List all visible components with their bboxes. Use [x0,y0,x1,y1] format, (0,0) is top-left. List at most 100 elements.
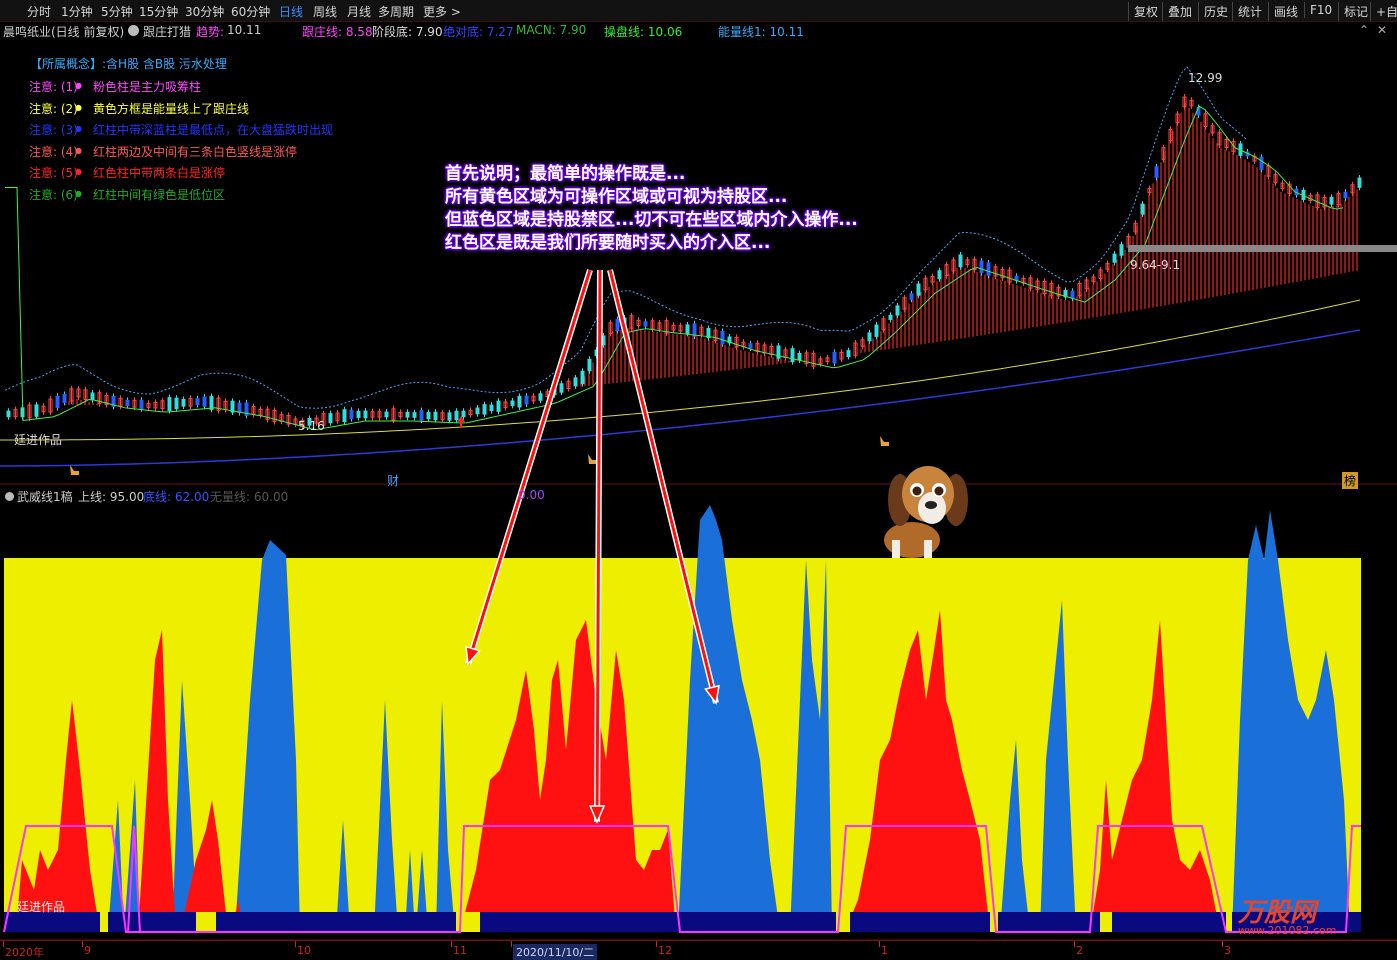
candle-body [979,260,984,274]
candle-body [916,283,921,296]
candle-body [517,395,522,408]
candle-body [748,343,753,349]
annotation-line: 所有黄色区域为可操作区域或可视为持股区... [445,187,788,207]
candle-body [909,293,914,300]
hand-icon [588,454,597,464]
candle-body [34,404,39,417]
candle-body [1070,290,1075,299]
date-label: 12 [658,944,672,957]
candle-body [790,348,795,363]
date-label: 3 [1224,944,1231,957]
candle-body [846,350,851,358]
candle-body [615,318,620,331]
candle-body [1259,156,1264,170]
puppy-part [934,486,944,496]
bottom-line: 底线: 62.00 [143,490,210,504]
candle-body [419,410,424,421]
candle-body [90,392,95,401]
candle-body [447,412,452,421]
candle-body [1357,177,1362,188]
zero-line: 无量线: 60.00 [210,490,289,504]
candle-body [384,411,389,418]
date-tick [879,941,880,947]
candle-body [475,407,480,415]
candle-body [139,399,144,410]
date-label: 1 [881,944,888,957]
candle-body [958,254,963,268]
candle-body [874,324,879,337]
date-label: 10 [297,944,311,957]
date-tick [656,941,657,947]
hand-icon [70,465,79,475]
price-level-bar [1128,245,1397,252]
date-tick [82,941,83,947]
candle-body [125,399,130,407]
date-label: 2020/11/10/二 [513,944,598,960]
candle-body [167,397,172,411]
candle-body [720,330,725,345]
candle-body [202,396,207,407]
date-tick [1074,941,1075,947]
candle-body [1343,191,1348,199]
candle-body [209,396,214,410]
puppy-part [892,540,900,558]
candle-body [986,262,991,276]
candle-body [538,393,543,401]
annotation-line: 红色区是既是我们所要随时买入的介入区... [445,233,771,253]
date-axis: 2020年 9 10 11 2020/11/10/二 12 1 2 3 [0,940,1397,960]
candle-body [6,410,11,418]
candle-body [342,409,347,423]
candle-body [587,358,592,372]
price-chart [0,66,1397,941]
high-price-label: 12.99 [1188,71,1223,85]
date-tick [295,941,296,947]
candle-body [426,412,431,420]
candle-body [510,400,515,406]
candle-body [454,410,459,421]
ma-yellow-line [0,299,1361,441]
candle-body [895,305,900,316]
candle-body [888,314,893,320]
date-label: 9 [84,944,91,957]
candle-body [482,404,487,415]
candle-body [461,410,466,418]
candle-body [580,370,585,385]
puppy-part [925,501,937,509]
candle-body [496,400,501,412]
date-label: 2 [1076,944,1083,957]
watermark-url: www.201082.com [1238,924,1337,937]
low-price-label: 5.16 [298,419,325,433]
candle-body [62,393,67,403]
candle-body [937,270,942,280]
candle-body [405,411,410,418]
candle-body [1112,253,1117,263]
author-mark-sub: 廷进作品 [17,900,66,914]
candle-body [643,321,648,327]
chevron-down-icon[interactable] [5,492,14,501]
candle-body [1140,203,1145,215]
cai-tag[interactable]: 财 [387,472,399,489]
osc-yellow-gap [196,912,216,932]
upper-line: 上线: 95.00 [78,490,145,504]
date-tick [3,941,4,947]
candle-body [692,323,697,337]
candle-body [685,324,690,334]
candle-body [195,398,200,405]
candle-body [489,404,494,412]
osc-yellow-gap [1226,912,1232,932]
bang-tag[interactable]: 榜 [1342,472,1359,489]
candle-body [328,413,333,424]
candle-body [1119,244,1124,256]
candle-body [356,410,361,418]
candle-body [1154,166,1159,178]
extra-value: 0.00 [518,488,545,502]
candle-body [412,412,417,418]
author-mark: 廷进作品 [14,433,63,447]
candle-body [797,352,802,361]
candle-body [867,332,872,342]
candle-body [433,411,438,421]
date-label: 11 [453,944,467,957]
candle-body [237,402,242,414]
puppy-part [924,540,932,558]
candle-body [363,410,368,419]
